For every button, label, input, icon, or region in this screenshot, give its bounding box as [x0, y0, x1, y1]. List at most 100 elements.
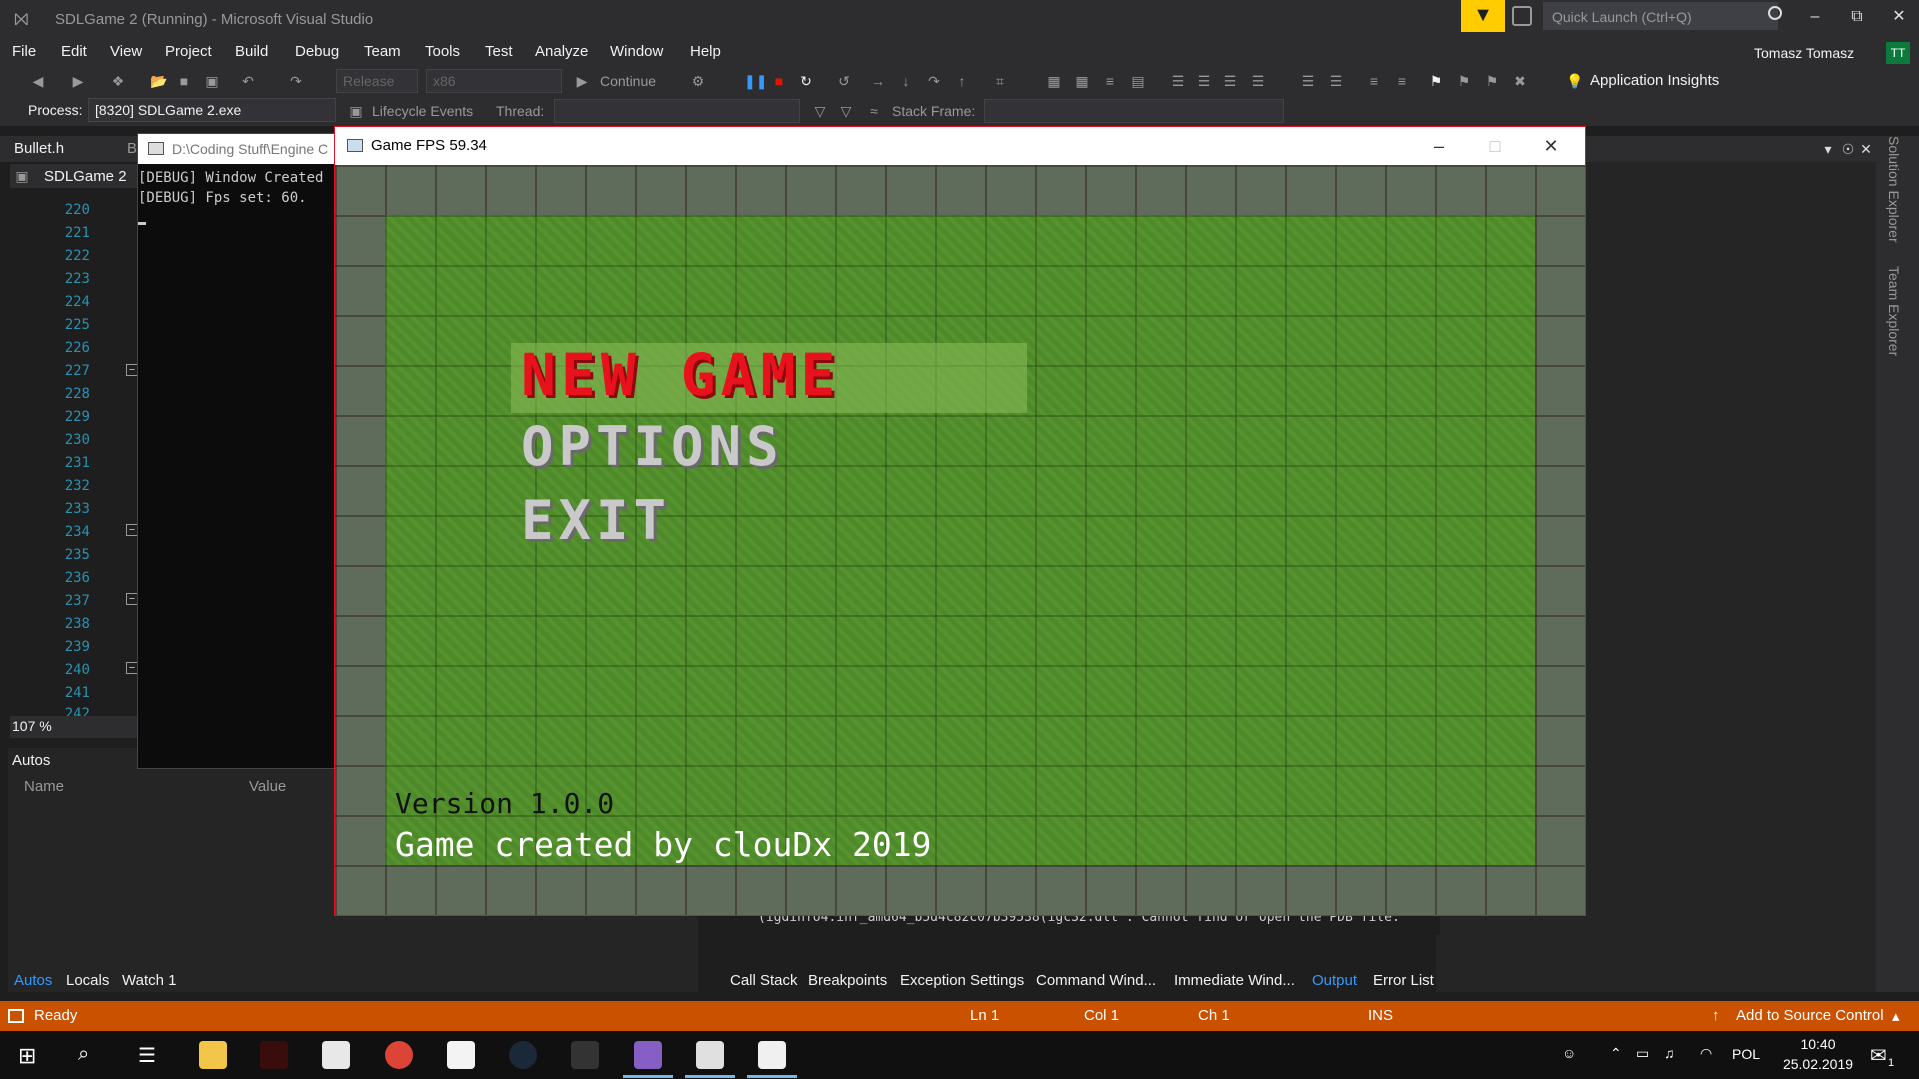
toolbar-icon-i[interactable]: ☰ [1328, 73, 1344, 89]
menu-test[interactable]: Test [485, 43, 513, 60]
next-bookmark-icon[interactable]: ⚑ [1484, 73, 1500, 89]
uncomment-icon[interactable]: ≡ [1394, 73, 1410, 89]
game-window[interactable]: Game FPS 59.34 – □ ✕ NEW GAME OPTIONS EX… [334, 126, 1586, 916]
stack-frame-select[interactable] [984, 99, 1284, 123]
chevron-up-icon[interactable]: ▴ [1892, 1007, 1900, 1025]
solution-configuration-select[interactable]: Release [336, 69, 418, 93]
console-taskbar-icon[interactable] [696, 1041, 724, 1069]
menu-build[interactable]: Build [235, 43, 268, 60]
zoom-select[interactable]: 107 % [12, 718, 52, 734]
user-name[interactable]: Tomasz Tomasz [1754, 45, 1854, 61]
filter-thread-icon[interactable]: ▽ [812, 103, 828, 119]
attach-process-icon[interactable]: ⚙ [690, 73, 706, 89]
wifi-icon[interactable]: ◠ [1700, 1045, 1712, 1062]
menu-project[interactable]: Project [165, 43, 212, 60]
show-next-statement-icon[interactable]: → [870, 73, 886, 89]
menu-debug[interactable]: Debug [295, 43, 339, 60]
forward-icon[interactable]: ▶ [70, 73, 86, 89]
close-icon[interactable]: ✕ [1531, 133, 1571, 159]
pause-icon[interactable]: ❚❚ [744, 73, 767, 89]
process-select[interactable]: [8320] SDLGame 2.exe [88, 98, 336, 122]
avatar[interactable]: TT [1886, 42, 1910, 64]
console-window[interactable]: D:\Coding Stuff\Engine C [DEBUG] Window … [137, 133, 338, 769]
clock-date[interactable]: 25.02.2019 [1782, 1056, 1854, 1072]
tab-second-file[interactable]: B [127, 140, 137, 157]
notifications-icon[interactable]: ✉ [1870, 1043, 1887, 1068]
application-insights-button[interactable]: Application Insights [1590, 72, 1719, 89]
menu-window[interactable]: Window [610, 43, 663, 60]
search-icon[interactable] [1768, 6, 1782, 20]
tab-immediate-window[interactable]: Immediate Wind... [1174, 972, 1295, 989]
menu-view[interactable]: View [110, 43, 142, 60]
toolbar-icon-c[interactable]: ▤ [1130, 73, 1146, 89]
flag-thread-icon[interactable]: ▽ [838, 103, 854, 119]
tab-bullet-h[interactable]: Bullet.h [14, 140, 64, 157]
lightbulb-icon[interactable]: 💡 [1566, 73, 1583, 89]
undo-icon[interactable]: ↶ [240, 73, 256, 89]
clock-time[interactable]: 10:40 [1788, 1036, 1848, 1052]
bookmark-icon[interactable]: ⚑ [1428, 73, 1444, 89]
tab-error-list[interactable]: Error List [1373, 972, 1434, 989]
minimize-icon[interactable]: – [1419, 133, 1459, 159]
menu-analyze[interactable]: Analyze [535, 43, 588, 60]
continue-button[interactable]: Continue [600, 73, 656, 89]
menu-help[interactable]: Help [690, 43, 721, 60]
sql-icon[interactable]: ≡ [1102, 73, 1118, 89]
battery-icon[interactable]: ▭ [1636, 1045, 1649, 1062]
new-project-icon[interactable]: ❖ [110, 73, 126, 89]
column-header-value[interactable]: Value [249, 778, 286, 795]
tab-autos[interactable]: Autos [14, 972, 52, 989]
menu-tools[interactable]: Tools [425, 43, 460, 60]
close-panel-icon[interactable]: ✕ [1858, 141, 1874, 157]
maximize-icon[interactable]: □ [1475, 133, 1515, 159]
hex-display-icon[interactable]: ⌗ [992, 73, 1008, 89]
mail-icon[interactable] [322, 1041, 350, 1069]
project-dropdown[interactable]: SDLGame 2 [44, 168, 127, 185]
hot-reload-icon[interactable]: ↺ [836, 73, 852, 89]
prev-bookmark-icon[interactable]: ⚑ [1456, 73, 1472, 89]
upload-icon[interactable]: ↑ [1712, 1007, 1720, 1024]
language-indicator[interactable]: POL [1732, 1046, 1760, 1062]
restart-icon[interactable]: ↻ [798, 73, 814, 89]
people-icon[interactable]: ☺ [1562, 1045, 1576, 1061]
tab-output[interactable]: Output [1312, 972, 1357, 989]
step-out-icon[interactable]: ↑ [954, 73, 970, 89]
windows-start-icon[interactable]: ⊞ [18, 1043, 36, 1069]
search-icon[interactable]: ⌕ [78, 1043, 89, 1066]
minimize-icon[interactable]: – [1800, 4, 1830, 30]
user-app-icon[interactable] [571, 1041, 599, 1069]
notifications-filter-icon[interactable]: ▼ [1461, 0, 1505, 32]
thread-select[interactable] [554, 99, 800, 123]
menu-team[interactable]: Team [364, 43, 401, 60]
toolbar-icon-b[interactable]: ▦ [1074, 73, 1090, 89]
steam-icon[interactable] [509, 1041, 537, 1069]
chevron-down-icon[interactable]: ▾ [1820, 141, 1836, 157]
game-launcher-icon[interactable] [260, 1041, 288, 1069]
stop-icon[interactable]: ■ [771, 73, 787, 89]
code-editor[interactable]: 220 221 222 223 224 225 226 227 228 229 … [10, 188, 140, 716]
game-taskbar-icon[interactable] [758, 1041, 786, 1069]
continue-icon[interactable]: ▶ [574, 73, 590, 89]
save-icon[interactable]: ■ [176, 73, 192, 89]
task-view-icon[interactable]: ☰ [138, 1043, 156, 1068]
solution-platform-select[interactable]: x86 [426, 69, 562, 93]
tab-watch-1[interactable]: Watch 1 [122, 972, 176, 989]
file-explorer-icon[interactable] [199, 1041, 227, 1069]
toolbar-icon-h[interactable]: ☰ [1300, 73, 1316, 89]
redo-icon[interactable]: ↷ [288, 73, 304, 89]
open-file-icon[interactable]: 📂 [150, 73, 167, 89]
console-title-bar[interactable]: D:\Coding Stuff\Engine C [138, 134, 338, 164]
menu-edit[interactable]: Edit [61, 43, 87, 60]
close-icon[interactable]: ✕ [1884, 4, 1914, 30]
save-all-icon[interactable]: ▣ [204, 73, 220, 89]
quick-launch-input[interactable]: Quick Launch (Ctrl+Q) [1543, 2, 1778, 30]
tab-team-explorer[interactable]: Team Explorer [1886, 266, 1902, 356]
visual-studio-taskbar-icon[interactable] [634, 1041, 662, 1069]
tab-breakpoints[interactable]: Breakpoints [808, 972, 887, 989]
tab-exception-settings[interactable]: Exception Settings [900, 972, 1024, 989]
add-to-source-control-button[interactable]: Add to Source Control [1736, 1007, 1884, 1024]
column-header-name[interactable]: Name [24, 778, 64, 795]
menu-exit[interactable]: EXIT [521, 489, 671, 552]
lifecycle-events-select[interactable]: Lifecycle Events [372, 103, 473, 119]
volume-icon[interactable]: ♫ [1664, 1045, 1675, 1061]
